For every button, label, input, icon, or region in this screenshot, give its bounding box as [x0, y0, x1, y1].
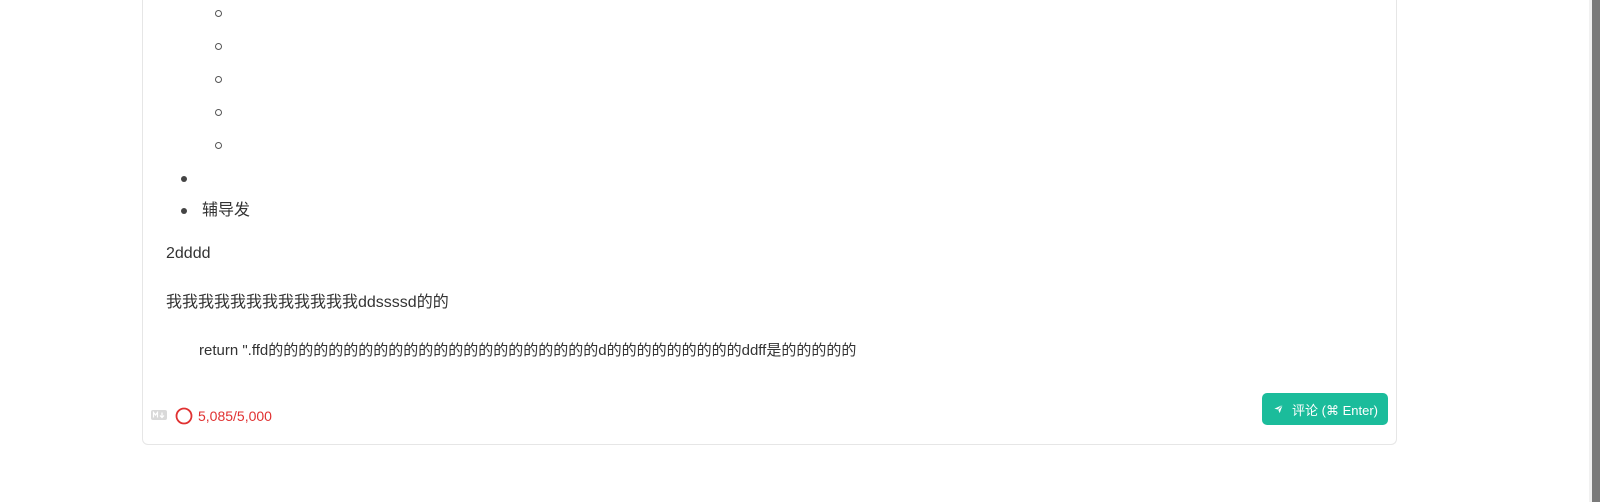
list-item[interactable]: [215, 103, 227, 123]
list-item[interactable]: [215, 37, 227, 57]
list-item[interactable]: [215, 136, 227, 156]
paragraph[interactable]: 我我我我我我我我我我我我ddssssd的的: [166, 293, 449, 313]
editor-footer: 5,085/5,000 评论 (⌘ Enter): [143, 388, 1396, 444]
list-item[interactable]: [215, 70, 227, 90]
bullet-icon: [181, 208, 187, 214]
comment-editor[interactable]: 辅导发 2dddd 我我我我我我我我我我我我ddssssd的的 return "…: [142, 0, 1397, 445]
editor-content[interactable]: 辅导发 2dddd 我我我我我我我我我我我我ddssssd的的 return "…: [143, 0, 1396, 388]
progress-ring-icon: [175, 407, 193, 425]
list-item-text: 辅导发: [202, 202, 251, 219]
submit-comment-button[interactable]: 评论 (⌘ Enter): [1262, 393, 1388, 425]
hollow-bullet-icon: [215, 109, 222, 116]
page: 辅导发 2dddd 我我我我我我我我我我我我ddssssd的的 return "…: [0, 0, 1600, 502]
scrollbar-thumb[interactable]: [1592, 0, 1600, 502]
code-line[interactable]: return ".ffd的的的的的的的的的的的的的的的的的的的的的的d的的的的的…: [199, 341, 856, 361]
bullet-icon: [181, 176, 187, 182]
markdown-icon[interactable]: [151, 410, 167, 420]
paragraph[interactable]: 2dddd: [166, 244, 211, 264]
send-icon: [1274, 404, 1283, 414]
char-count: 5,085/5,000: [198, 408, 272, 424]
hollow-bullet-icon: [215, 43, 222, 50]
scrollbar-track[interactable]: [1589, 0, 1600, 502]
list-item[interactable]: [215, 4, 227, 24]
submit-button-label: 评论 (⌘ Enter): [1292, 402, 1378, 418]
hollow-bullet-icon: [215, 10, 222, 17]
hollow-bullet-icon: [215, 142, 222, 149]
hollow-bullet-icon: [215, 76, 222, 83]
